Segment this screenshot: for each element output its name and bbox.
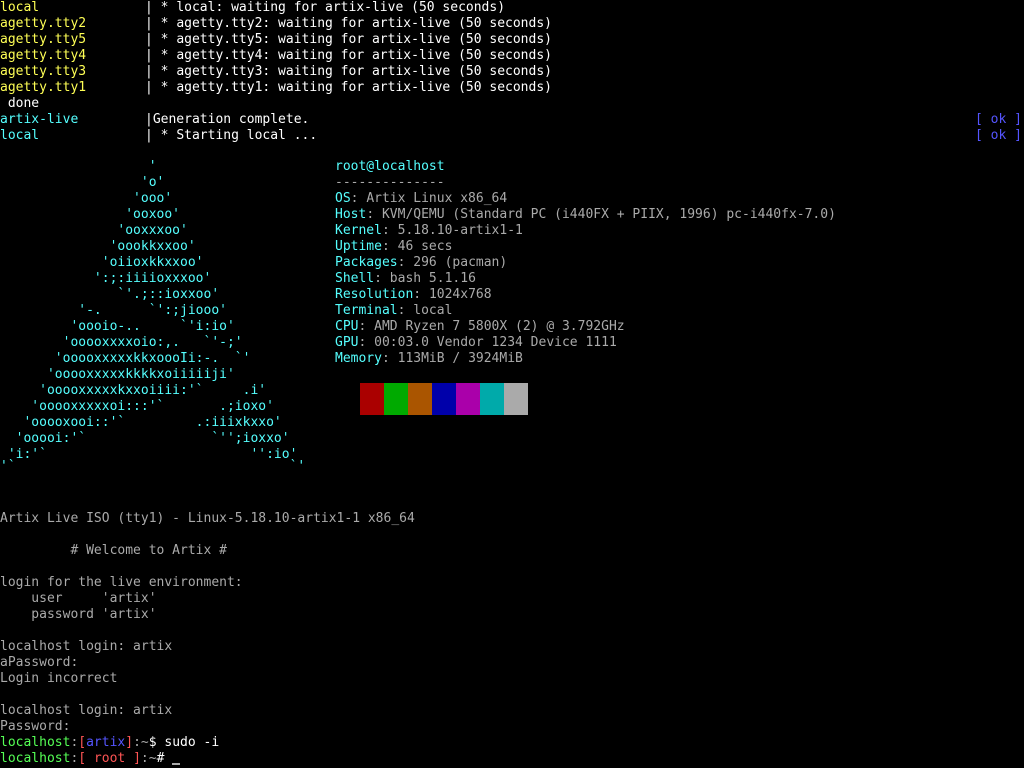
color-swatch [360, 383, 384, 415]
info-host: Host: KVM/QEMU (Standard PC (i440FX + PI… [335, 207, 836, 222]
logo-line: 'o' [0, 175, 165, 190]
logo-line: '-. `':;jiooo' [0, 303, 227, 318]
password-prompt: Password: [0, 719, 71, 734]
logo-line: 'ooooi:'` `'';ioxxo' [0, 431, 290, 446]
logo-line: 'ooxxxoo' [0, 223, 188, 238]
logo-line: 'ooxoo' [0, 207, 181, 222]
login-info-heading: login for the live environment: [0, 575, 243, 590]
info-shell: Shell: bash 5.1.16 [335, 271, 476, 286]
info-terminal: Terminal: local [335, 303, 453, 318]
shell-prompt-line: localhost:[artix]:~$ sudo -i [0, 735, 220, 750]
login-info-password: password 'artix' [0, 607, 157, 622]
done-text: done [0, 96, 40, 111]
boot-line: agetty.tty1 | * agetty.tty1: waiting for … [0, 80, 552, 95]
login-error: Login incorrect [0, 671, 118, 686]
info-kernel: Kernel: 5.18.10-artix1-1 [335, 223, 523, 238]
info-gpu: GPU: 00:03.0 Vendor 1234 Device 1111 [335, 335, 617, 350]
shell-input[interactable]: localhost:[ root ]:~# [0, 751, 181, 767]
logo-line: 'ooooxxxxxkxxoiiii:'` .i' [0, 383, 267, 398]
info-os: OS: Artix Linux x86_64 [335, 191, 508, 206]
login-prompt: localhost login: artix [0, 639, 173, 654]
logo-line: `'.;::ioxxoo' [0, 287, 220, 302]
boot-line: agetty.tty5 | * agetty.tty5: waiting for … [0, 32, 552, 47]
color-swatch [432, 383, 456, 415]
boot-line-artix-live: artix-live |Generation complete. [0, 112, 310, 127]
status-ok-badge: [ ok ] [975, 128, 1022, 143]
logo-line: ' [0, 159, 157, 174]
color-swatch [504, 383, 528, 415]
logo-line: ':;:iiiioxxxoo' [0, 271, 212, 286]
logo-line: 'ooooxooi::'` .:iiixkxxo' [0, 415, 282, 430]
info-resolution: Resolution: 1024x768 [335, 287, 492, 302]
logo-line: 'ooooxxxxxkkxoooIi:-. `' [0, 351, 251, 366]
boot-line: agetty.tty4 | * agetty.tty4: waiting for … [0, 48, 552, 63]
user-host: root@localhost [335, 159, 445, 174]
logo-line: 'ooooxxxxxkkkkxoiiiiiji' [0, 367, 235, 382]
logo-line: 'oiioxkkxxoo' [0, 255, 204, 270]
info-packages: Packages: 296 (pacman) [335, 255, 508, 270]
logo-line: '` `' [0, 459, 306, 474]
color-swatch [384, 383, 408, 415]
boot-line: agetty.tty3 | * agetty.tty3: waiting for … [0, 64, 552, 79]
password-prompt: aPassword: [0, 655, 79, 670]
issue-line: Artix Live ISO (tty1) - Linux-5.18.10-ar… [0, 511, 415, 526]
logo-line: 'oookkxxoo' [0, 239, 196, 254]
status-ok-badge: [ ok ] [975, 112, 1022, 127]
boot-line: agetty.tty2 | * agetty.tty2: waiting for … [0, 16, 552, 31]
divider: -------------- [335, 175, 445, 190]
info-uptime: Uptime: 46 secs [335, 239, 453, 254]
logo-line: 'oooio-.. `'i:io' [0, 319, 235, 334]
color-swatch [408, 383, 432, 415]
login-prompt: localhost login: artix [0, 703, 173, 718]
color-palette [360, 383, 528, 415]
logo-line: 'ooooxxxxxoi:::'` .;ioxo' [0, 399, 274, 414]
info-cpu: CPU: AMD Ryzen 7 5800X (2) @ 3.792GHz [335, 319, 625, 334]
welcome-text: # Welcome to Artix # [0, 543, 227, 558]
login-info-user: user 'artix' [0, 591, 157, 606]
color-swatch [456, 383, 480, 415]
logo-line: 'ooo' [0, 191, 173, 206]
text-cursor [172, 763, 181, 765]
color-swatch [480, 383, 504, 415]
boot-line-local: local | * Starting local ... [0, 128, 318, 143]
logo-line: 'ooooxxxxoio:,. `'-;' [0, 335, 243, 350]
info-memory: Memory: 113MiB / 3924MiB [335, 351, 523, 366]
boot-line: local | * local: waiting for artix-live (… [0, 0, 506, 15]
